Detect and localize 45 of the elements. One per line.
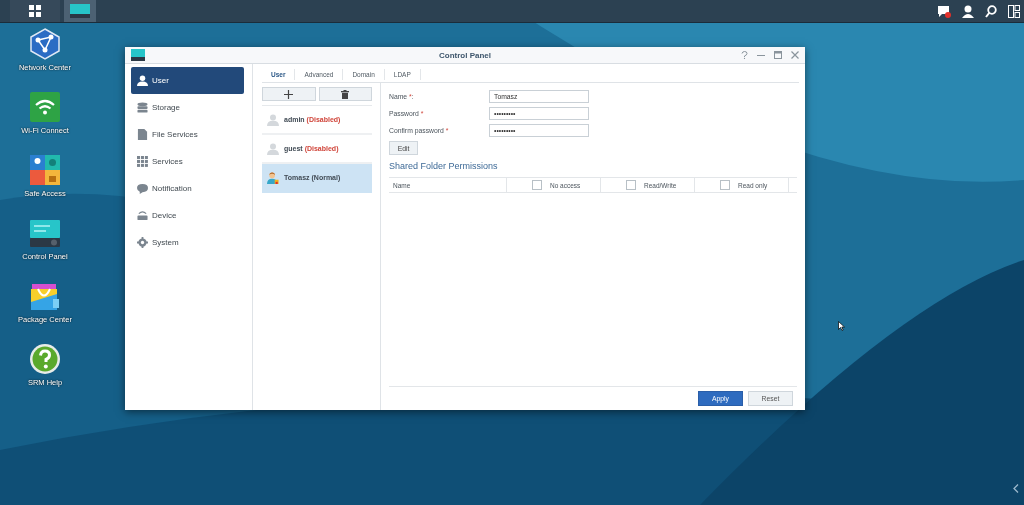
add-button[interactable] <box>262 87 316 101</box>
help-app-icon[interactable] <box>29 343 61 375</box>
maximize-icon[interactable] <box>774 51 782 59</box>
trash-icon <box>341 89 350 99</box>
section-title: Shared Folder Permissions <box>389 161 499 173</box>
plus-icon <box>284 89 294 99</box>
user-icon <box>137 75 148 86</box>
main-menu-button[interactable] <box>10 0 60 22</box>
services-icon <box>137 156 148 167</box>
checkbox[interactable] <box>720 180 730 190</box>
checkbox[interactable] <box>532 180 542 190</box>
window-title: Control Panel <box>438 50 492 60</box>
sidebar-item[interactable]: File Services <box>131 121 244 148</box>
safe-app-icon[interactable] <box>29 154 61 186</box>
sidebar-item[interactable]: Notification <box>131 175 244 202</box>
user-icon[interactable] <box>962 4 974 18</box>
help-icon[interactable] <box>741 51 748 59</box>
sidebar-item[interactable]: Device <box>131 202 244 229</box>
widgets-icon[interactable] <box>1008 4 1020 18</box>
wifi-app-icon[interactable] <box>29 91 61 123</box>
user-avatar-icon <box>267 171 279 184</box>
control-panel-app-icon[interactable] <box>29 217 61 249</box>
sidebar-item[interactable]: User <box>131 67 244 94</box>
file-icon <box>137 129 148 140</box>
user-avatar-icon <box>267 142 279 155</box>
device-icon <box>137 210 148 221</box>
sidebar-item[interactable]: System <box>131 229 244 256</box>
grid-icon <box>29 5 41 17</box>
search-icon[interactable] <box>985 4 997 18</box>
storage-icon <box>137 102 148 113</box>
network-app-icon[interactable] <box>29 28 61 60</box>
sidebar-item[interactable]: Services <box>131 148 244 175</box>
checkbox[interactable] <box>626 180 636 190</box>
control-panel-icon <box>131 49 145 61</box>
notification-icon <box>137 183 148 194</box>
sidebar-item[interactable]: Storage <box>131 94 244 121</box>
control-panel-icon <box>70 4 90 18</box>
system-icon <box>137 237 148 248</box>
control-panel-taskbar-button[interactable] <box>64 0 96 22</box>
chevron-left-icon[interactable] <box>1013 484 1019 493</box>
user-avatar-icon <box>267 113 279 126</box>
chat-icon[interactable] <box>937 4 951 18</box>
delete-button[interactable] <box>318 87 372 101</box>
mouse-cursor-icon <box>838 321 845 331</box>
close-icon[interactable] <box>791 51 799 59</box>
